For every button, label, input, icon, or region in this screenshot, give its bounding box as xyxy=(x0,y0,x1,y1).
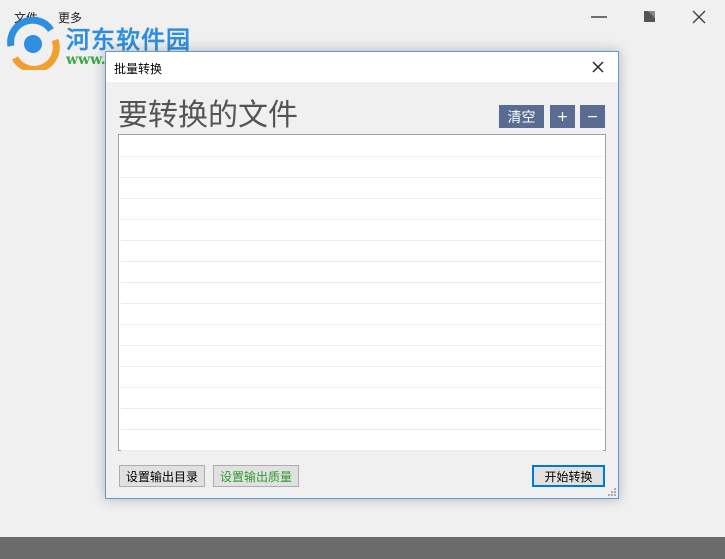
restore-icon xyxy=(644,11,655,22)
list-item[interactable] xyxy=(121,325,603,346)
list-item[interactable] xyxy=(121,241,603,262)
minimize-button[interactable] xyxy=(576,0,622,34)
list-item[interactable] xyxy=(121,157,603,178)
restore-button[interactable] xyxy=(627,0,673,34)
clear-button[interactable]: 清空 xyxy=(499,105,544,128)
list-item[interactable] xyxy=(121,409,603,430)
close-icon xyxy=(692,10,706,24)
list-item[interactable] xyxy=(121,199,603,220)
list-item[interactable] xyxy=(121,430,603,451)
app-status-bar xyxy=(0,537,725,559)
dialog-title: 批量转换 xyxy=(114,62,163,76)
list-item[interactable] xyxy=(121,262,603,283)
list-item[interactable] xyxy=(121,136,603,157)
list-item[interactable] xyxy=(121,346,603,367)
close-button[interactable] xyxy=(676,0,722,34)
minimize-icon xyxy=(591,16,607,18)
batch-convert-dialog: 批量转换 要转换的文件 清空 + − 设置输出目录 设置输出质量 开始转换 xyxy=(105,51,619,499)
files-heading: 要转换的文件 xyxy=(118,98,298,133)
close-icon xyxy=(592,61,604,73)
list-item[interactable] xyxy=(121,367,603,388)
start-convert-button[interactable]: 开始转换 xyxy=(532,465,605,487)
list-item[interactable] xyxy=(121,283,603,304)
list-item[interactable] xyxy=(121,304,603,325)
set-output-dir-button[interactable]: 设置输出目录 xyxy=(119,465,205,487)
remove-file-button[interactable]: − xyxy=(580,105,605,128)
dialog-titlebar: 批量转换 xyxy=(106,52,618,82)
resize-grip-icon[interactable] xyxy=(607,487,617,497)
list-item[interactable] xyxy=(121,178,603,199)
add-file-button[interactable]: + xyxy=(550,105,575,128)
list-item[interactable] xyxy=(121,388,603,409)
list-item[interactable] xyxy=(121,220,603,241)
set-output-quality-button[interactable]: 设置输出质量 xyxy=(213,465,299,487)
dialog-close-button[interactable] xyxy=(586,56,610,78)
watermark-logo-icon xyxy=(7,16,60,70)
watermark-name: 河东软件园 xyxy=(66,25,191,54)
file-list[interactable] xyxy=(118,134,606,451)
